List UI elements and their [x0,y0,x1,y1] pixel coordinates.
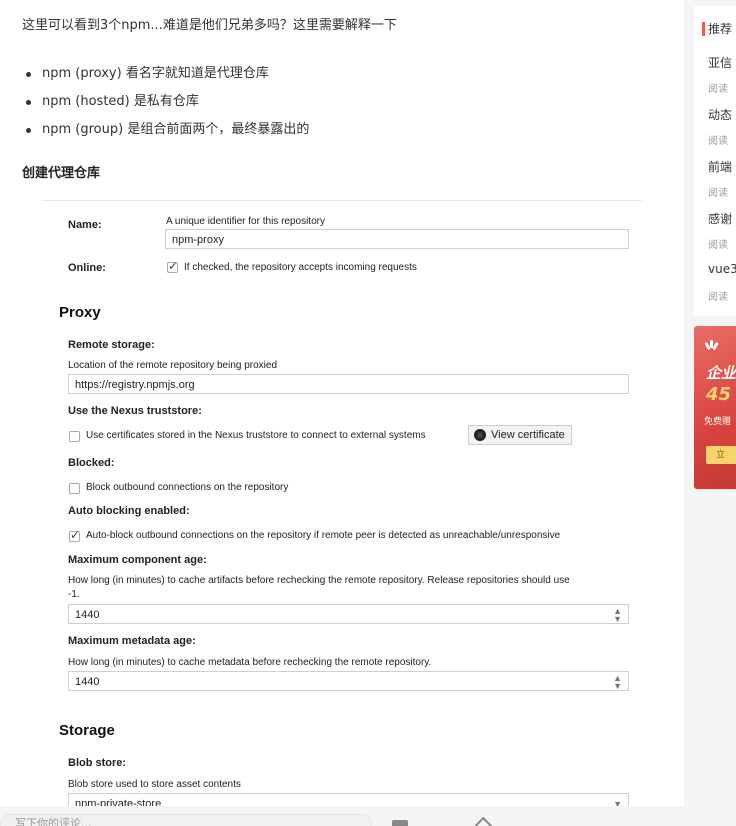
blob-store-value: npm-private-store [75,798,162,806]
remote-storage-field[interactable]: https://registry.npmjs.org [68,374,629,394]
auto-blocking-text: Auto-block outbound connections on the r… [86,530,561,541]
title-accent-bar [702,22,705,36]
recommend-item-meta: 阅读 [708,136,728,147]
ad-number: 45 [706,384,732,405]
blocked-text: Block outbound connections on the reposi… [86,482,289,493]
recommend-item[interactable]: 前端 [708,158,732,175]
max-metadata-age-label: Maximum metadata age: [68,635,196,647]
list-item: npm (group) 是组合前面两个，最终暴露出的 [22,116,309,144]
proxy-heading: Proxy [59,304,101,321]
ad-subtext: 免费赠 [704,417,732,427]
ad-headline: 企业 [706,364,736,382]
storage-heading: Storage [59,722,115,739]
article-content: 这里可以看到3个npm...难道是他们兄弟多吗？这里需要解释一下 npm (pr… [0,0,684,806]
auto-blocking-label: Auto blocking enabled: [68,505,190,517]
max-metadata-age-field[interactable]: 1440 ▲ ▼ [68,671,629,691]
view-certificate-button[interactable]: View certificate [468,425,572,445]
recommend-item-meta: 阅读 [708,188,728,199]
ad-banner[interactable]: 企业 45 免费赠 立 [694,326,736,489]
view-certificate-label: View certificate [491,429,565,441]
blob-store-select[interactable]: npm-private-store ▼ [68,793,629,806]
recommend-item-meta: 阅读 [708,292,728,303]
max-component-age-help: How long (in minutes) to cache artifacts… [68,575,570,586]
check-icon: ✓ [70,528,81,542]
name-help: A unique identifier for this repository [166,216,325,227]
recommend-item[interactable]: 感谢 [708,210,732,227]
online-label: Online: [68,262,106,274]
blocked-checkbox[interactable] [69,483,80,494]
comment-input[interactable]: 写下你的评论... [0,814,372,826]
remote-storage-help: Location of the remote repository being … [68,360,278,371]
list-item: npm (proxy) 看名字就知道是代理仓库 [22,60,309,88]
certificate-icon [474,429,486,441]
max-metadata-age-help: How long (in minutes) to cache metadata … [68,657,432,668]
blocked-label: Blocked: [68,457,115,469]
blob-store-help: Blob store used to store asset contents [68,779,241,790]
truststore-text: Use certificates stored in the Nexus tru… [86,430,426,441]
max-component-age-label: Maximum component age: [68,554,207,566]
max-metadata-age-value: 1440 [75,676,100,688]
like-icon[interactable] [474,816,494,826]
max-component-age-field[interactable]: 1440 ▲ ▼ [68,604,629,624]
online-checkbox[interactable]: ✓ [167,259,179,273]
online-text: If checked, the repository accepts incom… [184,262,417,273]
max-component-age-help-cont: -1. [68,589,80,600]
intro-text: 这里可以看到3个npm...难道是他们兄弟多吗？这里需要解释一下 [22,18,397,33]
max-component-age-value: 1440 [75,609,100,621]
list-item: npm (hosted) 是私有仓库 [22,88,309,116]
recommend-item[interactable]: 动态 [708,106,732,123]
blob-store-label: Blob store: [68,757,127,769]
recommend-sidebar: 推荐 亚信 阅读 动态 阅读 前端 阅读 感谢 阅读 vue3 阅读 [694,6,736,316]
name-label: Name: [68,219,102,231]
truststore-label: Use the Nexus truststore: [68,405,202,417]
bullet-list: npm (proxy) 看名字就知道是代理仓库 npm (hosted) 是私有… [22,60,309,144]
ad-cta-button[interactable]: 立 [706,446,736,464]
name-field[interactable]: npm-proxy [165,229,629,249]
section-heading: 创建代理仓库 [22,166,101,181]
brand-logo-icon [704,340,719,351]
recommend-item-meta: 阅读 [708,84,728,95]
nexus-form-screenshot: Name: A unique identifier for this repos… [42,200,642,806]
recommend-item[interactable]: 亚信 [708,54,732,71]
truststore-checkbox[interactable] [69,431,80,442]
recommend-item[interactable]: vue3 [708,262,736,276]
bottom-action-bar: 写下你的评论... [0,806,736,826]
auto-blocking-checkbox[interactable]: ✓ [69,528,81,542]
sidebar-title: 推荐 [708,22,733,36]
comment-icon[interactable] [392,820,408,826]
remote-storage-label: Remote storage: [68,339,155,351]
recommend-item-meta: 阅读 [708,240,728,251]
stepper-icon[interactable]: ▲ ▼ [613,674,622,691]
check-icon: ✓ [168,259,179,273]
stepper-icon[interactable]: ▲ ▼ [613,607,622,624]
